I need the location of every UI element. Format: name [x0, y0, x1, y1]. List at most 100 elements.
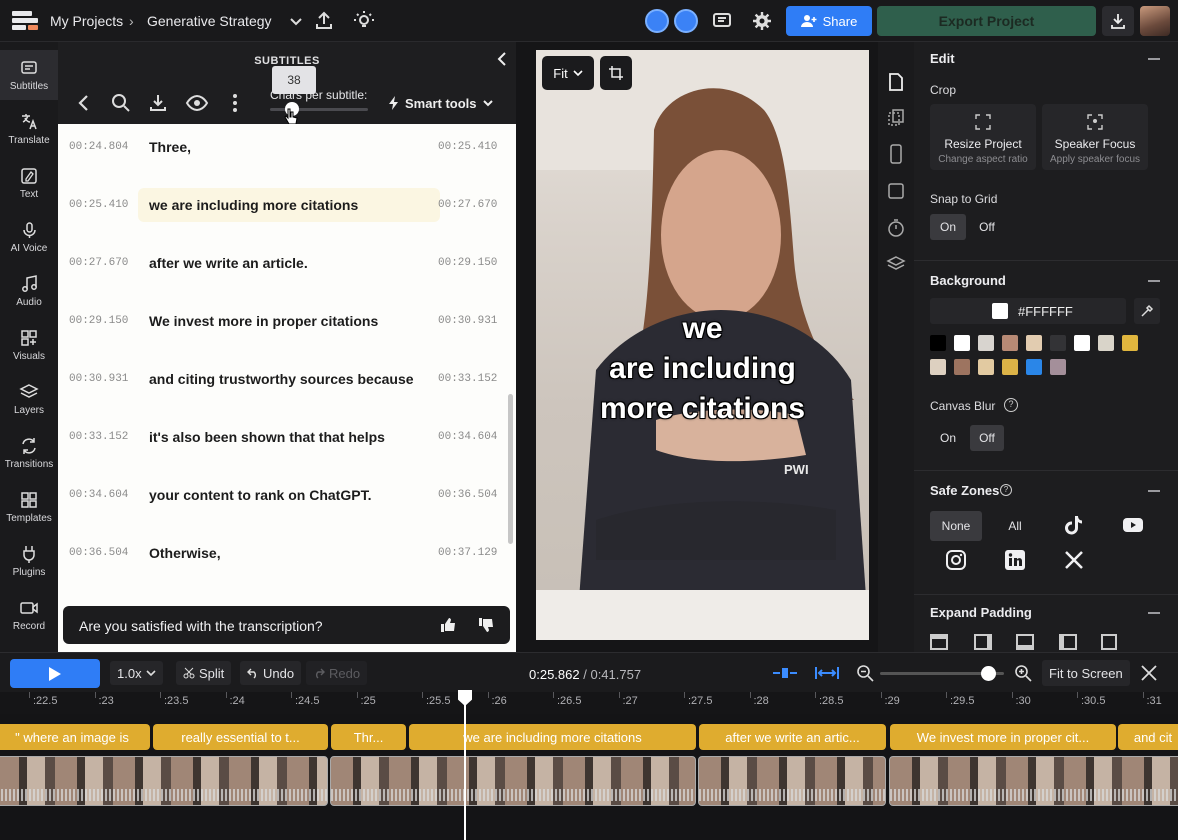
collapse-panel-icon[interactable] [494, 50, 512, 68]
color-swatch[interactable] [1002, 359, 1018, 375]
end-time[interactable]: 00:27.670 [438, 199, 497, 211]
zoom-out-icon[interactable] [856, 664, 874, 682]
collapse-edit-icon[interactable] [1148, 58, 1160, 60]
download-icon[interactable] [146, 91, 170, 115]
collapse-safe-zones-icon[interactable] [1148, 490, 1160, 492]
redo-button[interactable]: Redo [306, 661, 368, 685]
upload-icon[interactable] [312, 9, 336, 33]
blur-on-toggle[interactable]: On [930, 425, 966, 451]
end-time[interactable]: 00:36.504 [438, 489, 497, 501]
zoom-in-icon[interactable] [1014, 664, 1032, 682]
subtitle-row[interactable]: 00:29.150 We invest more in proper citati… [58, 304, 508, 362]
x-twitter-icon[interactable] [1063, 549, 1085, 571]
subtitle-row[interactable]: 00:30.931 and citing trustworthy sources … [58, 362, 508, 420]
color-swatch[interactable] [1050, 359, 1066, 375]
speed-dropdown[interactable]: 1.0x [110, 661, 163, 685]
start-time[interactable]: 00:27.670 [69, 257, 128, 269]
download-button[interactable] [1102, 6, 1134, 36]
rail-item-record[interactable]: Record [0, 590, 58, 640]
caption-clip[interactable]: and cit [1118, 724, 1178, 750]
color-swatch[interactable] [978, 335, 994, 351]
caption-clip[interactable]: " where an image is [0, 724, 150, 750]
color-swatch[interactable] [1050, 335, 1066, 351]
undo-button[interactable]: Undo [240, 661, 302, 685]
rail-item-translate[interactable]: Translate [0, 104, 58, 154]
breadcrumb-my-projects[interactable]: My Projects [50, 13, 123, 29]
end-time[interactable]: 00:29.150 [438, 257, 497, 269]
start-time[interactable]: 00:33.152 [69, 431, 128, 443]
subtitle-row[interactable]: 00:34.604 your content to rank on ChatGPT… [58, 478, 508, 536]
color-swatch[interactable] [1122, 335, 1138, 351]
collaborator-avatar[interactable] [674, 9, 698, 33]
project-name[interactable]: Generative Strategy [147, 13, 272, 29]
resize-project-card[interactable]: Resize Project Change aspect ratio [930, 104, 1036, 170]
video-clip[interactable] [698, 756, 886, 806]
document-icon[interactable] [886, 72, 906, 92]
blur-off-toggle[interactable]: Off [970, 425, 1004, 451]
speaker-focus-card[interactable]: Speaker Focus Apply speaker focus [1042, 104, 1148, 170]
subtitle-text[interactable]: we are including more citations [149, 197, 358, 213]
start-time[interactable]: 00:34.604 [69, 489, 128, 501]
start-time[interactable]: 00:30.931 [69, 373, 128, 385]
info-icon[interactable]: ? [1000, 484, 1012, 496]
padding-bottom-option[interactable] [1016, 634, 1034, 650]
color-swatch[interactable] [978, 359, 994, 375]
split-button[interactable]: Split [176, 661, 232, 685]
collaborator-avatar[interactable] [645, 9, 669, 33]
lightbulb-icon[interactable] [352, 9, 376, 33]
fit-dropdown[interactable]: Fit [542, 56, 594, 90]
padding-right-option[interactable] [974, 634, 992, 650]
subtitle-text[interactable]: and citing trustworthy sources because [149, 371, 414, 387]
subtitle-text[interactable]: after we write an article. [149, 255, 308, 271]
rail-item-audio[interactable]: Audio [0, 266, 58, 316]
frame-icon[interactable] [886, 181, 906, 201]
color-swatch[interactable] [1074, 335, 1090, 351]
youtube-icon[interactable] [1122, 514, 1144, 536]
user-avatar[interactable] [1140, 6, 1170, 36]
resize-icon[interactable] [886, 108, 906, 128]
rail-item-text[interactable]: Text [0, 158, 58, 208]
caption-clip[interactable]: Thr... [331, 724, 406, 750]
rail-item-layers[interactable]: Layers [0, 374, 58, 424]
fit-width-icon[interactable] [814, 665, 840, 681]
rail-item-transitions[interactable]: Transitions [0, 428, 58, 478]
rail-item-ai-voice[interactable]: AI Voice [0, 212, 58, 262]
gear-icon[interactable] [750, 9, 774, 33]
end-time[interactable]: 00:37.129 [438, 547, 497, 559]
tiktok-icon[interactable] [1063, 514, 1085, 536]
subtitle-row[interactable]: 00:24.804 Three, 00:25.410 [58, 130, 508, 188]
color-swatch[interactable] [1026, 359, 1042, 375]
video-clip[interactable] [0, 756, 328, 806]
app-logo[interactable] [10, 9, 40, 33]
crop-button[interactable] [600, 56, 632, 90]
start-time[interactable]: 00:25.410 [69, 199, 128, 211]
subtitle-row[interactable]: 00:25.410 we are including more citations… [58, 188, 508, 246]
linkedin-icon[interactable] [1004, 549, 1026, 571]
playhead[interactable] [464, 694, 466, 840]
close-icon[interactable] [1140, 664, 1158, 682]
rail-item-visuals[interactable]: Visuals [0, 320, 58, 370]
snap-magnet-icon[interactable] [772, 665, 798, 681]
video-clip[interactable] [889, 756, 1178, 806]
safe-zone-all[interactable]: All [994, 511, 1036, 541]
info-icon[interactable]: ? [1004, 398, 1018, 412]
subtitle-text[interactable]: Otherwise, [149, 545, 221, 561]
start-time[interactable]: 00:36.504 [69, 547, 128, 559]
subtitle-text[interactable]: Three, [149, 139, 191, 155]
rail-item-templates[interactable]: Templates [0, 482, 58, 532]
share-button[interactable]: Share [786, 6, 872, 36]
padding-left-option[interactable] [1059, 634, 1077, 650]
timer-icon[interactable] [886, 218, 906, 238]
time-ruler[interactable]: :22.5:23:23.5:24:24.5:25:25.5:26:26.5:27… [0, 692, 1178, 714]
collapse-expand-padding-icon[interactable] [1148, 612, 1160, 614]
chevron-down-icon[interactable] [284, 9, 308, 33]
color-swatch[interactable] [930, 359, 946, 375]
padding-top-option[interactable] [930, 634, 948, 650]
comments-icon[interactable] [710, 9, 734, 33]
end-time[interactable]: 00:30.931 [438, 315, 497, 327]
eyedropper-icon[interactable] [1134, 298, 1160, 324]
subtitle-scrollbar[interactable] [508, 394, 513, 544]
export-project-button[interactable]: Export Project [877, 6, 1096, 36]
smart-tools-button[interactable]: Smart tools [388, 91, 500, 115]
more-options-icon[interactable] [223, 91, 247, 115]
